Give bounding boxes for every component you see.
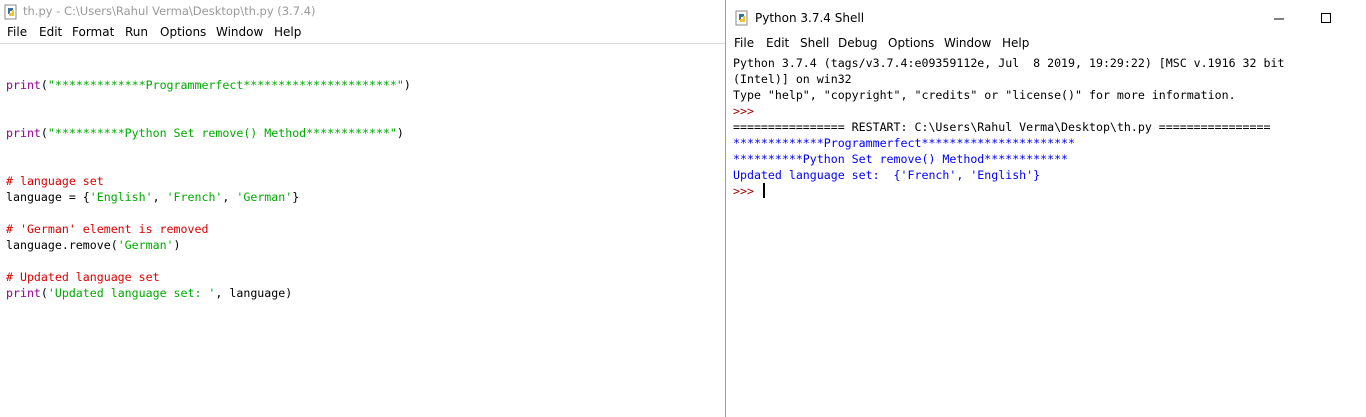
code-token: , language) [215, 286, 293, 300]
menu-window[interactable]: Window [944, 36, 991, 50]
banner-line: Python 3.7.4 (tags/v3.7.4:e09359112e, Ju… [733, 56, 1285, 70]
menu-options[interactable]: Options [888, 36, 934, 50]
maximize-button[interactable] [1302, 6, 1348, 32]
code-string: "**********Python Set remove() Method***… [47, 126, 397, 140]
banner-line: (Intel)] on win32 [733, 72, 852, 86]
menu-shell[interactable]: Shell [800, 36, 829, 50]
code-token: print [6, 126, 41, 140]
python-file-icon [4, 4, 17, 20]
shell-menubar: File Edit Shell Debug Options Window Hel… [726, 34, 1366, 54]
menu-file[interactable]: File [7, 25, 27, 39]
menu-help[interactable]: Help [274, 25, 301, 39]
maximize-icon [1321, 13, 1331, 23]
code-token: ) [403, 78, 411, 92]
output-line: **********Python Set remove() Method****… [733, 152, 1069, 166]
editor-window: th.py - C:\Users\Rahul Verma\Desktop\th.… [0, 0, 725, 417]
banner-line: Type "help", "copyright", "credits" or "… [733, 88, 1236, 102]
code-token: ( [40, 126, 48, 140]
minimize-button[interactable] [1256, 6, 1302, 32]
shell-prompt: >>> [733, 104, 754, 118]
code-token: language.remove( [6, 238, 118, 252]
code-comment: # language set [6, 174, 104, 188]
editor-title: th.py - C:\Users\Rahul Verma\Desktop\th.… [23, 4, 316, 18]
shell-prompt: >>> [733, 184, 754, 198]
shell-title: Python 3.7.4 Shell [755, 11, 865, 25]
menu-format[interactable]: Format [72, 25, 114, 39]
menu-edit[interactable]: Edit [39, 25, 62, 39]
shell-titlebar: Python 3.7.4 Shell [726, 0, 1366, 34]
code-line: print("**********Python Set remove() Met… [6, 126, 404, 140]
code-line: print("*************Programmerfect******… [6, 78, 411, 92]
output-line: *************Programmerfect*************… [733, 136, 1076, 150]
menu-options[interactable]: Options [160, 25, 206, 39]
code-token: } [292, 190, 300, 204]
code-token: , [222, 190, 237, 204]
code-token: , [152, 190, 167, 204]
menu-debug[interactable]: Debug [838, 36, 877, 50]
output-line: Updated language set: {'French', 'Englis… [733, 168, 1041, 182]
code-line: language.remove('German') [6, 238, 181, 252]
menu-file[interactable]: File [734, 36, 754, 50]
editor-menubar: File Edit Format Run Options Window Help [0, 23, 725, 44]
code-string: 'German' [117, 238, 174, 252]
code-line: print('Updated language set: ', language… [6, 286, 292, 300]
code-token: ) [396, 126, 404, 140]
code-comment: # Updated language set [6, 270, 160, 284]
code-comment: # 'German' element is removed [6, 222, 209, 236]
shell-output[interactable]: Python 3.7.4 (tags/v3.7.4:e09359112e, Ju… [726, 54, 1366, 417]
text-cursor [763, 183, 765, 198]
minimize-icon [1274, 18, 1284, 20]
code-token: print [6, 78, 41, 92]
menu-window[interactable]: Window [216, 25, 263, 39]
menu-edit[interactable]: Edit [766, 36, 789, 50]
code-string: 'English' [89, 190, 153, 204]
code-string: 'French' [166, 190, 223, 204]
menu-run[interactable]: Run [125, 25, 148, 39]
menu-help[interactable]: Help [1002, 36, 1029, 50]
code-string: "*************Programmerfect************… [47, 78, 404, 92]
code-token: ) [173, 238, 181, 252]
code-string: 'German' [236, 190, 293, 204]
code-string: 'Updated language set: ' [47, 286, 216, 300]
code-token: ( [40, 78, 48, 92]
code-token: print [6, 286, 41, 300]
code-line: language = {'English', 'French', 'German… [6, 190, 299, 204]
editor-titlebar: th.py - C:\Users\Rahul Verma\Desktop\th.… [0, 0, 725, 24]
code-token: ( [40, 286, 48, 300]
code-token: language = { [6, 190, 90, 204]
python-shell-icon [735, 10, 748, 26]
code-editor[interactable]: print("*************Programmerfect******… [0, 44, 725, 417]
shell-window: Python 3.7.4 Shell File Edit Shell Debug… [725, 0, 1366, 417]
restart-line: ================ RESTART: C:\Users\Rahul… [733, 120, 1271, 134]
